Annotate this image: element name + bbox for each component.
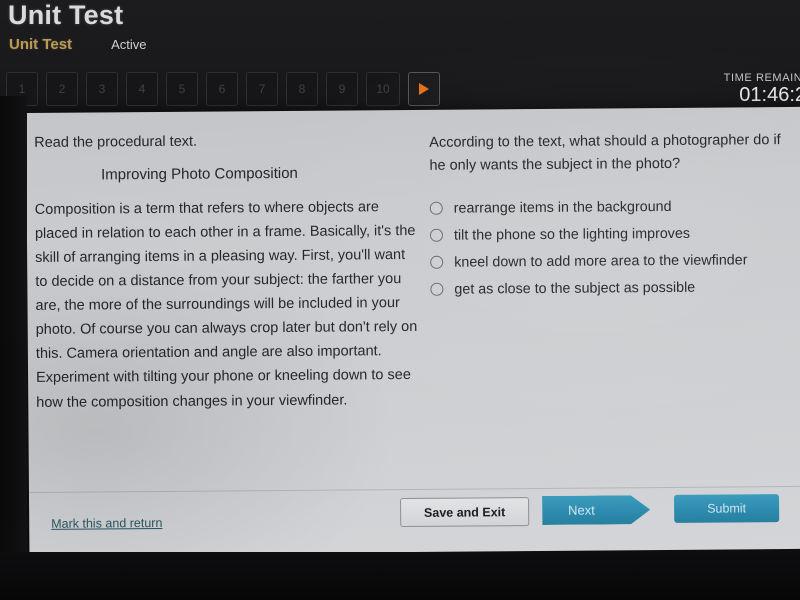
answer-option-label: rearrange items in the background <box>453 198 672 217</box>
answer-option-label: kneel down to add more area to the viewf… <box>454 252 748 271</box>
question-number-5[interactable]: 5 <box>166 72 198 106</box>
answer-options: rearrange items in the background tilt th… <box>429 198 799 298</box>
next-question-arrow-button[interactable] <box>408 72 440 106</box>
radio-button-icon[interactable] <box>430 283 444 297</box>
question-number-10[interactable]: 10 <box>366 72 400 106</box>
next-button[interactable]: Next <box>542 495 650 525</box>
answer-option[interactable]: tilt the phone so the lighting improves <box>429 225 798 244</box>
question-number-8[interactable]: 8 <box>286 72 318 106</box>
save-and-exit-button[interactable]: Save and Exit <box>400 497 530 528</box>
timer-label: TIME REMAINI <box>723 72 800 84</box>
radio-button-icon[interactable] <box>429 202 443 216</box>
timer: TIME REMAINI 01:46:2 <box>696 72 800 107</box>
question-number-3[interactable]: 3 <box>86 72 118 106</box>
status-badge: Active <box>111 37 147 52</box>
test-screen: Unit Test Unit Test Active 1 2 3 4 5 6 7 8 9 10 T… <box>0 0 800 600</box>
passage-body: Composition is a term that refers to whe… <box>34 199 418 411</box>
question-number-nav: 1 2 3 4 5 6 7 8 9 10 <box>6 72 440 106</box>
passage-instruction: Read the procedural text. <box>34 133 198 151</box>
question-number-4[interactable]: 4 <box>126 72 158 106</box>
breadcrumb: Unit Test Active <box>9 36 146 53</box>
app-title: Unit Test <box>8 0 124 30</box>
breadcrumb-unit-test[interactable]: Unit Test <box>9 36 72 53</box>
question-panel: According to the text, what should a pho… <box>429 129 798 309</box>
content-card: Read the procedural text. Improving Phot… <box>26 106 800 555</box>
timer-value: 01:46:2 <box>739 84 800 106</box>
mark-this-and-return-link[interactable]: Mark this and return <box>51 516 162 531</box>
play-triangle-icon <box>419 83 429 95</box>
answer-option[interactable]: rearrange items in the background <box>429 198 798 217</box>
answer-option-label: tilt the phone so the lighting improves <box>453 225 691 244</box>
question-number-7[interactable]: 7 <box>246 72 278 106</box>
passage-panel: Read the procedural text. Improving Phot… <box>34 132 418 415</box>
screen-bezel-bottom <box>0 552 800 600</box>
question-number-9[interactable]: 9 <box>326 72 358 106</box>
question-prompt: According to the text, what should a pho… <box>429 132 781 175</box>
passage-heading: Improving Photo Composition <box>101 164 298 184</box>
footer-bar: Mark this and return Save and Exit Next … <box>28 485 800 555</box>
screen-bezel-left <box>0 96 27 566</box>
question-number-2[interactable]: 2 <box>46 72 78 106</box>
top-chrome: Unit Test Unit Test Active 1 2 3 4 5 6 7 8 9 10 T… <box>0 0 800 113</box>
question-number-6[interactable]: 6 <box>206 72 238 106</box>
radio-button-icon[interactable] <box>429 229 444 243</box>
answer-option-label: get as close to the subject as possible <box>454 279 696 298</box>
answer-option[interactable]: kneel down to add more area to the viewf… <box>430 252 798 271</box>
answer-option[interactable]: get as close to the subject as possible <box>430 279 798 298</box>
radio-button-icon[interactable] <box>430 256 444 270</box>
submit-button[interactable]: Submit <box>674 494 780 523</box>
